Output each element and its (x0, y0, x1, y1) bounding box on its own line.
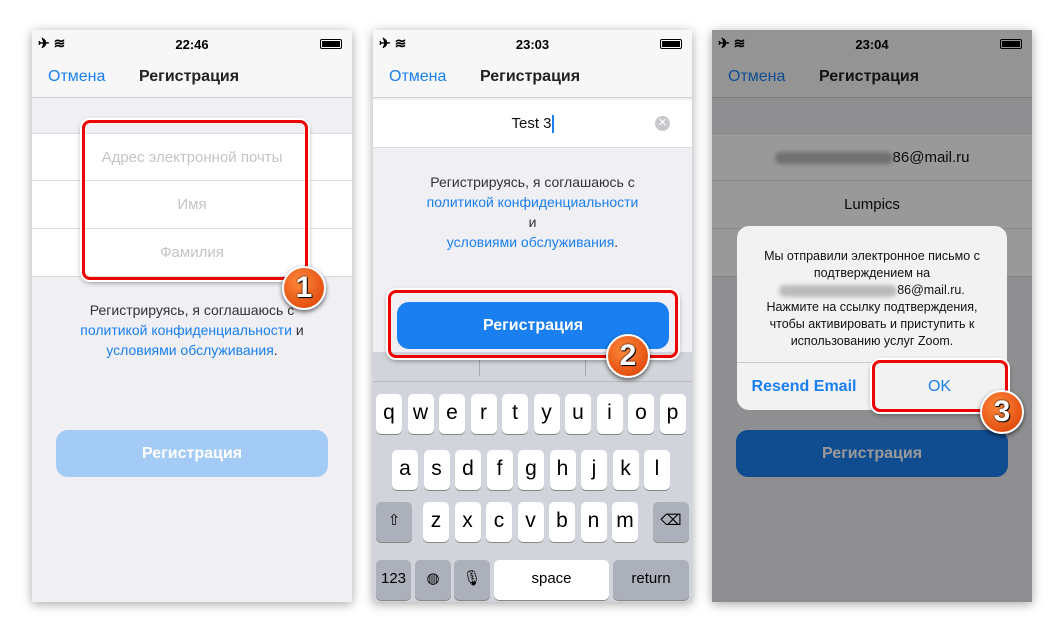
step-badge: 1 (282, 266, 326, 310)
battery-icon (320, 39, 342, 49)
key-s[interactable]: s (423, 450, 450, 490)
key-f[interactable]: f (486, 450, 513, 490)
key-c[interactable]: c (486, 502, 512, 542)
key-y[interactable]: y (533, 394, 560, 434)
page-title: Регистрация (139, 68, 240, 85)
keyboard: qwertyuiop asdfghjkl zxcvbnm ⇧ ⌫ 123 ◍ 🎙 s… (373, 352, 692, 602)
key-o[interactable]: o (628, 394, 654, 434)
nav-bar: Отмена Регистрация (32, 58, 352, 98)
nav-bar: Отмена Регистрация (373, 58, 692, 98)
numbers-key[interactable]: 123 (376, 560, 411, 600)
terms-link[interactable]: условиями обслуживания (447, 234, 615, 250)
step-badge: 2 (606, 334, 650, 378)
resend-email-button[interactable]: Resend Email (737, 363, 872, 410)
key-j[interactable]: j (581, 450, 607, 490)
space-key[interactable]: space (494, 560, 609, 600)
return-key[interactable]: return (613, 560, 689, 600)
consent-text: Регистрируясь, я соглашаюсь с политикой … (80, 302, 304, 358)
key-e[interactable]: e (439, 394, 465, 434)
key-z[interactable]: z (423, 502, 449, 542)
key-m[interactable]: m (612, 502, 638, 542)
clock: 22:46 (175, 37, 209, 52)
key-v[interactable]: v (517, 502, 544, 542)
key-r[interactable]: r (470, 394, 497, 434)
last-name-input[interactable]: Test 3 ✕ (373, 100, 692, 148)
key-i[interactable]: i (596, 394, 623, 434)
key-k[interactable]: k (612, 450, 639, 490)
key-h[interactable]: h (549, 450, 576, 490)
status-bar: ✈ ︎≋ 22:46 (32, 30, 352, 58)
clear-icon[interactable]: ✕ (655, 116, 670, 131)
backspace-key[interactable]: ⌫ (653, 502, 689, 542)
status-bar: ✈ ︎≋ 23:03 (373, 30, 692, 58)
key-q[interactable]: q (376, 394, 402, 434)
microphone-icon[interactable]: 🎙 (454, 560, 490, 600)
register-button-disabled[interactable]: Регистрация (56, 430, 328, 477)
key-w[interactable]: w (407, 394, 434, 434)
screen-1: ✈ ︎≋ 22:46 Отмена Регистрация Адрес элек… (32, 30, 352, 602)
key-t[interactable]: t (502, 394, 528, 434)
key-l[interactable]: l (644, 450, 670, 490)
privacy-policy-link[interactable]: политикой конфиденциальности (427, 194, 639, 210)
terms-link[interactable]: условиями обслуживания (106, 342, 274, 358)
key-a[interactable]: a (392, 450, 418, 490)
battery-icon (660, 39, 682, 49)
cancel-button[interactable]: Отмена (389, 68, 446, 86)
cancel-button[interactable]: Отмена (48, 68, 105, 86)
page-title: Регистрация (480, 68, 581, 85)
key-p[interactable]: p (659, 394, 686, 434)
screen-3: ✈ ︎≋ 23:04 Отмена Регистрация 86@mail.ru… (712, 30, 1032, 602)
key-d[interactable]: d (455, 450, 481, 490)
consent-text: Регистрируясь, я соглашаюсь с политикой … (426, 174, 639, 250)
dialog-message: Мы отправили электронное письмо с подтве… (764, 249, 980, 348)
callout-highlight (82, 120, 308, 280)
step-badge: 3 (980, 390, 1024, 434)
shift-key[interactable]: ⇧ (376, 502, 412, 542)
privacy-policy-link[interactable]: политикой конфиденциальности (80, 322, 292, 338)
key-x[interactable]: x (454, 502, 481, 542)
key-b[interactable]: b (549, 502, 575, 542)
globe-icon[interactable]: ◍ (415, 560, 451, 600)
key-u[interactable]: u (565, 394, 591, 434)
key-g[interactable]: g (518, 450, 544, 490)
key-n[interactable]: n (580, 502, 607, 542)
